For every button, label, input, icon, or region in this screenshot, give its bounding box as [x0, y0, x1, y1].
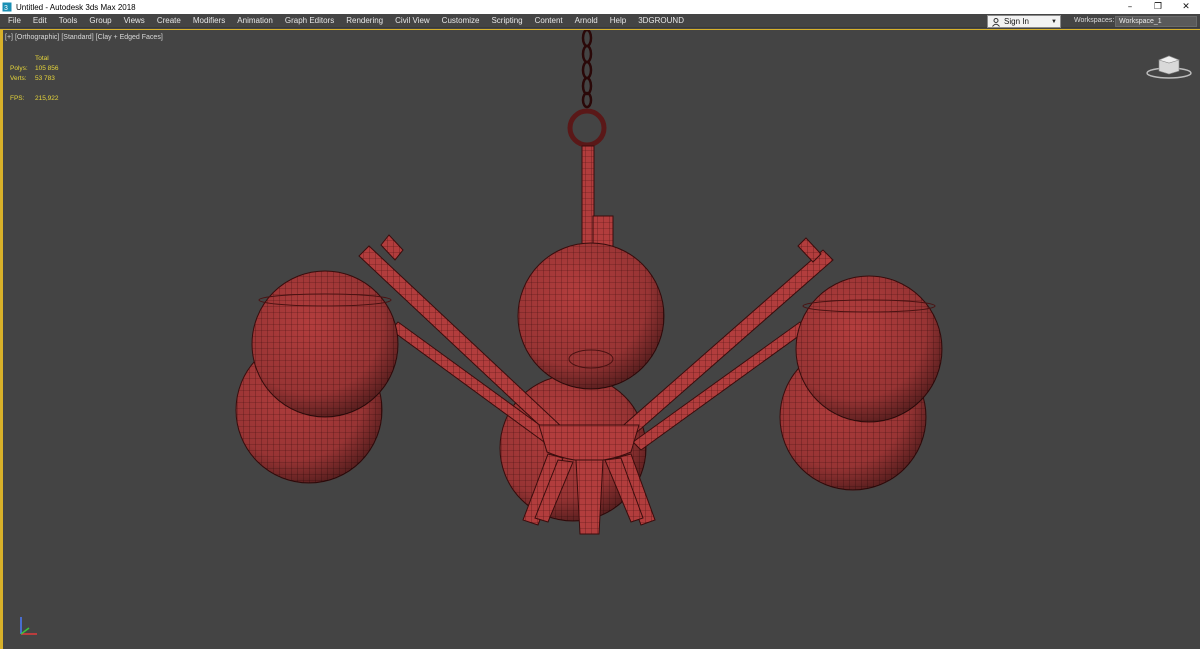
sphere-front-right — [795, 275, 943, 423]
stats-verts-label: Verts: — [10, 75, 27, 82]
sphere-front-center — [517, 242, 665, 390]
menu-arnold[interactable]: Arnold — [569, 14, 604, 28]
workspaces-label: Workspaces: — [1074, 17, 1115, 24]
workspace-select[interactable]: Workspace_1 — [1115, 16, 1197, 27]
menu-scripting[interactable]: Scripting — [485, 14, 528, 28]
stats-fps-row: FPS: 215,922 — [10, 94, 75, 104]
svg-text:3: 3 — [4, 5, 8, 12]
chandelier-model — [235, 30, 943, 535]
menu-group[interactable]: Group — [83, 14, 117, 28]
menu-3dground[interactable]: 3DGROUND — [632, 14, 690, 28]
stats-verts-row: Verts: 53 783 — [10, 74, 75, 84]
stats-polys-row: Polys: 105 856 — [10, 64, 75, 74]
menu-customize[interactable]: Customize — [436, 14, 486, 28]
menu-graph-editors[interactable]: Graph Editors — [279, 14, 340, 28]
viewport-label[interactable]: [+] [Orthographic] [Standard] [Clay + Edged… — [5, 34, 165, 41]
close-button[interactable]: ✕ — [1172, 0, 1200, 14]
window-controls: – ❐ ✕ — [1116, 0, 1200, 14]
menu-views[interactable]: Views — [118, 14, 151, 28]
stem-cap — [592, 215, 614, 247]
restore-button[interactable]: ❐ — [1144, 0, 1172, 14]
menu-create[interactable]: Create — [151, 14, 187, 28]
app-logo-icon: 3 — [2, 2, 12, 12]
menu-items: File Edit Tools Group Views Create Modif… — [0, 14, 690, 28]
menu-bar: File Edit Tools Group Views Create Modif… — [0, 14, 1200, 28]
stats-polys-label: Polys: — [10, 65, 28, 72]
menu-modifiers[interactable]: Modifiers — [187, 14, 231, 28]
sign-in-dropdown[interactable]: Sign In ▼ — [987, 15, 1061, 28]
minimize-button[interactable]: – — [1116, 0, 1144, 14]
sphere-front-left — [251, 270, 399, 418]
menu-content[interactable]: Content — [529, 14, 569, 28]
perspective-viewport[interactable]: [+] [Orthographic] [Standard] [Clay + Edged… — [0, 29, 1200, 649]
chain — [567, 30, 607, 148]
statistics-overlay: Total Polys: 105 856 Verts: 53 783 FPS: … — [10, 54, 75, 104]
viewport-shading-mode[interactable]: [Clay + Edged Faces] — [96, 34, 163, 41]
viewport-point-of-view[interactable]: [Orthographic] — [15, 34, 59, 41]
viewport-menu-plus[interactable]: [+] — [5, 34, 13, 41]
app-window: 3 Untitled - Autodesk 3ds Max 2018 – ❐ ✕… — [0, 0, 1200, 649]
user-icon — [991, 17, 1001, 27]
menu-civil-view[interactable]: Civil View — [389, 14, 436, 28]
stats-polys-value: 105 856 — [35, 65, 59, 72]
title-bar: 3 Untitled - Autodesk 3ds Max 2018 – ❐ ✕ — [0, 0, 1200, 14]
chevron-down-icon: ▼ — [1051, 19, 1057, 25]
menu-rendering[interactable]: Rendering — [340, 14, 389, 28]
stats-fps-value: 215,922 — [35, 95, 59, 102]
stats-verts-value: 53 783 — [35, 75, 55, 82]
axis-gizmo-icon — [20, 617, 37, 635]
menu-file[interactable]: File — [2, 14, 27, 28]
menu-animation[interactable]: Animation — [231, 14, 279, 28]
viewport-shading-standard[interactable]: [Standard] — [61, 34, 93, 41]
window-title: Untitled - Autodesk 3ds Max 2018 — [16, 2, 136, 12]
menu-help[interactable]: Help — [604, 14, 632, 28]
menu-edit[interactable]: Edit — [27, 14, 53, 28]
menu-tools[interactable]: Tools — [53, 14, 84, 28]
sign-in-label: Sign In — [1004, 17, 1029, 26]
stats-fps-label: FPS: — [10, 95, 25, 102]
viewcube-icon[interactable] — [1145, 52, 1193, 80]
stats-header: Total — [35, 55, 49, 62]
